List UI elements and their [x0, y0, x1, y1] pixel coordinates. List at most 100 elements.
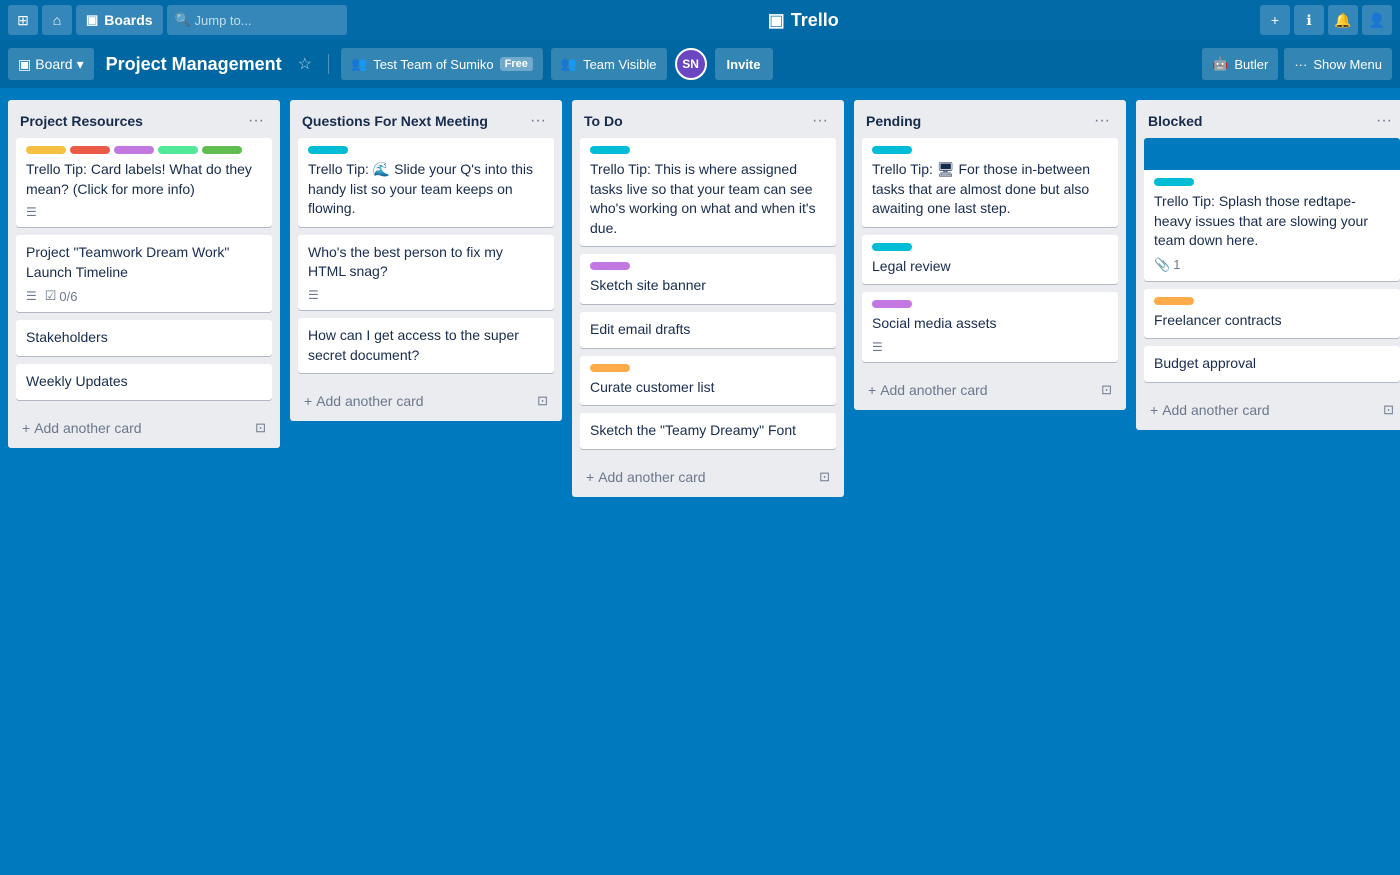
card-html-card[interactable]: Who's the best person to fix my HTML sna…: [298, 235, 554, 310]
template-icon[interactable]: ⊡: [537, 393, 548, 409]
add-card-button-project-resources[interactable]: + Add another card ⊡: [12, 412, 276, 444]
add-card-button-questions-next-meeting[interactable]: + Add another card⊡: [294, 385, 558, 417]
card-label-purple: [114, 146, 154, 154]
board-view-label: Board: [35, 56, 72, 72]
card-meta-teamwork-card: ☰ ☑ 0/6: [26, 288, 262, 304]
apps-button[interactable]: ⊞: [8, 5, 38, 35]
card-blue-header: [1144, 138, 1400, 170]
list-menu-button-questions-next-meeting[interactable]: ···: [526, 110, 550, 132]
card-labels-legal-review: [872, 243, 1108, 251]
template-icon[interactable]: ⊡: [255, 420, 266, 436]
card-text-stakeholders-card: Stakeholders: [26, 328, 262, 348]
add-card-label: Add another card: [34, 420, 141, 436]
board-header: ▣ Board ▾ Project Management ☆ 👥 Test Te…: [0, 40, 1400, 88]
card-sketch-banner[interactable]: Sketch site banner: [580, 254, 836, 304]
template-icon[interactable]: ⊡: [1101, 382, 1112, 398]
create-button[interactable]: +: [1260, 5, 1290, 35]
card-sketch-font[interactable]: Sketch the "Teamy Dreamy" Font: [580, 413, 836, 449]
card-secret-doc-card[interactable]: How can I get access to the super secret…: [298, 318, 554, 373]
description-icon: ☰: [26, 289, 37, 303]
boards-label: Boards: [104, 12, 152, 28]
team-icon: 👥: [351, 56, 367, 72]
search-input[interactable]: [167, 5, 347, 35]
add-card-button-to-do[interactable]: + Add another card ⊡: [576, 461, 840, 493]
avatar[interactable]: SN: [675, 48, 707, 80]
card-text-curate-customer: Curate customer list: [590, 378, 826, 398]
card-meta-blocked-blue-header: 📎 1: [1154, 257, 1390, 273]
card-stakeholders-card[interactable]: Stakeholders: [16, 320, 272, 356]
card-edit-email[interactable]: Edit email drafts: [580, 312, 836, 348]
profile-button[interactable]: 👤: [1362, 5, 1392, 35]
add-card-button-blocked[interactable]: + Add another card⊡: [1140, 394, 1400, 426]
plus-icon: +: [1271, 12, 1279, 28]
card-tip-card-2[interactable]: Trello Tip: 🌊 Slide your Q's into this h…: [298, 138, 554, 227]
add-card-plus-icon: +: [586, 469, 594, 485]
list-menu-button-pending[interactable]: ···: [1090, 110, 1114, 132]
card-budget-approval[interactable]: Budget approval: [1144, 346, 1400, 382]
card-label-teal: [872, 243, 912, 251]
checklist-icon: ☑ 0/6: [45, 288, 78, 304]
add-card-label: Add another card: [598, 469, 705, 485]
card-labels-curate-customer: [590, 364, 826, 372]
card-weekly-updates-card[interactable]: Weekly Updates: [16, 364, 272, 400]
search-wrapper: 🔍: [167, 5, 347, 35]
card-text-tip-card-2: Trello Tip: 🌊 Slide your Q's into this h…: [308, 160, 544, 219]
list-menu-button-blocked[interactable]: ···: [1372, 110, 1396, 132]
header-divider: [328, 54, 329, 74]
add-card-plus-icon: +: [868, 382, 876, 398]
board-dropdown-icon: ▾: [77, 56, 84, 73]
card-labels-social-media: [872, 300, 1108, 308]
list-menu-button-to-do[interactable]: ···: [808, 110, 832, 132]
template-icon[interactable]: ⊡: [1383, 402, 1394, 418]
paperclip-icon: 📎: [1154, 257, 1170, 273]
board-view-button[interactable]: ▣ Board ▾: [8, 48, 94, 80]
butler-button[interactable]: 🤖 Butler: [1202, 48, 1278, 80]
card-freelancer-contracts[interactable]: Freelancer contracts: [1144, 289, 1400, 339]
trello-logo-text: Trello: [791, 10, 839, 31]
team-button[interactable]: 👥 Test Team of Sumiko Free: [341, 48, 543, 80]
star-button[interactable]: ☆: [294, 50, 316, 78]
card-curate-customer[interactable]: Curate customer list: [580, 356, 836, 406]
home-icon: ⌂: [53, 12, 61, 28]
card-labels-tip-card-3: [590, 146, 826, 154]
add-card-button-pending[interactable]: + Add another card⊡: [858, 374, 1122, 406]
attachment-count: 1: [1173, 257, 1180, 272]
list-menu-button-project-resources[interactable]: ···: [244, 110, 268, 132]
card-text-secret-doc-card: How can I get access to the super secret…: [308, 326, 544, 365]
add-card-left: + Add another card: [22, 420, 142, 436]
star-icon: ☆: [298, 56, 312, 73]
board-view-icon: ▣: [18, 56, 31, 73]
trello-logo[interactable]: ▣ Trello: [768, 10, 839, 31]
card-text-teamwork-card: Project "Teamwork Dream Work" Launch Tim…: [26, 243, 262, 282]
invite-button[interactable]: Invite: [715, 48, 773, 80]
card-label-teal: [308, 146, 348, 154]
trello-logo-icon: ▣: [768, 10, 785, 31]
card-social-media[interactable]: Social media assets☰: [862, 292, 1118, 362]
card-label-orange: [590, 364, 630, 372]
home-button[interactable]: ⌂: [42, 5, 72, 35]
list-cards-project-resources: Trello Tip: Card labels! What do they me…: [8, 138, 280, 408]
description-icon: ☰: [308, 288, 319, 302]
template-icon[interactable]: ⊡: [819, 469, 830, 485]
card-teamwork-card[interactable]: Project "Teamwork Dream Work" Launch Tim…: [16, 235, 272, 312]
card-labels-tip-card-2: [308, 146, 544, 154]
card-tip-card-4[interactable]: Trello Tip: 🖥 For those in-between tasks…: [862, 138, 1118, 227]
card-legal-review[interactable]: Legal review: [862, 235, 1118, 285]
card-tip-card-1[interactable]: Trello Tip: Card labels! What do they me…: [16, 138, 272, 227]
boards-button[interactable]: ▣ Boards: [76, 5, 163, 35]
card-blocked-blue-header[interactable]: Trello Tip: Splash those redtape-heavy i…: [1144, 138, 1400, 281]
team-label: Test Team of Sumiko: [373, 57, 493, 72]
info-button[interactable]: ℹ: [1294, 5, 1324, 35]
card-labels-tip-card-1: [26, 146, 262, 154]
list-title-project-resources: Project Resources: [20, 113, 244, 129]
card-tip-card-3[interactable]: Trello Tip: This is where assigned tasks…: [580, 138, 836, 246]
list-title-to-do: To Do: [584, 113, 808, 129]
visibility-icon: 👥: [561, 56, 577, 72]
card-label-purple: [872, 300, 912, 308]
notifications-button[interactable]: 🔔: [1328, 5, 1358, 35]
visibility-button[interactable]: 👥 Team Visible: [551, 48, 667, 80]
card-text-tip-card-1: Trello Tip: Card labels! What do they me…: [26, 160, 262, 199]
show-menu-button[interactable]: ··· Show Menu: [1284, 48, 1392, 80]
board-title[interactable]: Project Management: [102, 54, 286, 75]
card-text-tip-card-4: Trello Tip: 🖥 For those in-between tasks…: [872, 160, 1108, 219]
